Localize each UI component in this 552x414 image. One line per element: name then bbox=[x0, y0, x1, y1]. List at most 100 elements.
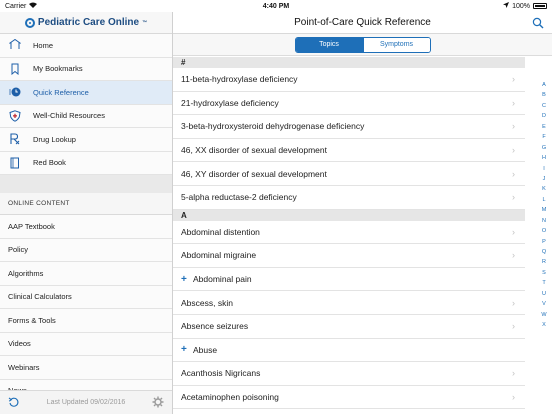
list-item-label: Acanthosis Nigricans bbox=[181, 368, 261, 379]
expand-plus-icon: + bbox=[181, 273, 187, 285]
list-item[interactable]: + Abdominal pain bbox=[173, 268, 525, 292]
sidebar-item-quick-reference[interactable]: Quick Reference bbox=[0, 81, 172, 105]
sidebar-item-bookmarks[interactable]: My Bookmarks bbox=[0, 57, 172, 81]
list-item[interactable]: 46, XY disorder of sexual development › bbox=[173, 162, 525, 186]
sidebar-item-videos[interactable]: Videos bbox=[0, 332, 172, 356]
sidebar-item-label: Well-Child Resources bbox=[33, 111, 105, 121]
index-letter[interactable]: U bbox=[542, 289, 546, 299]
search-icon[interactable] bbox=[532, 17, 544, 29]
list-item[interactable]: Abscess, skin › bbox=[173, 291, 525, 315]
segment-bar: Topics Symptoms bbox=[173, 34, 552, 56]
chevron-right-icon: › bbox=[512, 97, 515, 108]
list-item-label: Abuse bbox=[193, 344, 218, 355]
home-icon bbox=[8, 38, 22, 52]
index-letter[interactable]: Q bbox=[542, 247, 546, 257]
tab-symptoms[interactable]: Symptoms bbox=[362, 37, 430, 52]
bookmark-icon bbox=[8, 62, 22, 76]
list-item[interactable]: Abdominal migraine › bbox=[173, 244, 525, 268]
list-item-label: 5-alpha reductase-2 deficiency bbox=[181, 192, 297, 203]
carrier-label: Carrier bbox=[5, 2, 27, 10]
status-bar: Carrier 4:40 PM 100% bbox=[0, 0, 552, 12]
index-letter[interactable]: L bbox=[542, 195, 545, 205]
sidebar-item-home[interactable]: Home bbox=[0, 34, 172, 58]
location-icon bbox=[503, 2, 510, 10]
index-letter[interactable]: I bbox=[543, 164, 545, 174]
chevron-right-icon: › bbox=[512, 192, 515, 203]
brand-header: Pediatric Care Online ™ bbox=[0, 12, 172, 34]
index-letter[interactable]: X bbox=[542, 320, 546, 330]
list-item-label: Acetaminophen poisoning bbox=[181, 392, 279, 403]
list-item[interactable]: Absence seizures › bbox=[173, 315, 525, 339]
list-item-label: 11-beta-hydroxylase deficiency bbox=[181, 74, 298, 85]
battery-percent: 100% bbox=[512, 2, 530, 10]
sidebar-item-well-child[interactable]: Well-Child Resources bbox=[0, 104, 172, 128]
sidebar-item-policy[interactable]: Policy bbox=[0, 238, 172, 262]
index-letter[interactable]: H bbox=[542, 153, 546, 163]
list-item[interactable]: Acetaminophen poisoning › bbox=[173, 386, 525, 410]
sidebar-item-red-book[interactable]: Red Book bbox=[0, 151, 172, 175]
expand-plus-icon: + bbox=[181, 344, 187, 356]
index-letter[interactable]: T bbox=[542, 278, 545, 288]
sidebar-item-drug-lookup[interactable]: Drug Lookup bbox=[0, 128, 172, 152]
gear-icon[interactable] bbox=[152, 396, 164, 410]
sidebar-item-forms-tools[interactable]: Forms & Tools bbox=[0, 309, 172, 333]
list-item-label: 21-hydroxylase deficiency bbox=[181, 97, 279, 108]
index-letter[interactable]: P bbox=[542, 237, 546, 247]
chevron-right-icon: › bbox=[512, 297, 515, 308]
index-letter[interactable]: G bbox=[542, 143, 546, 153]
index-letter[interactable]: F bbox=[542, 132, 545, 142]
main-panel: Point-of-Care Quick Reference Topics Sym… bbox=[173, 12, 552, 414]
index-letter[interactable]: N bbox=[542, 216, 546, 226]
list-item[interactable]: 3-beta-hydroxysteroid dehydrogenase defi… bbox=[173, 115, 525, 139]
tab-topics[interactable]: Topics bbox=[295, 37, 363, 52]
alphabet-index[interactable]: ABCDEFGHIJKLMNOPQRSTUVWX bbox=[536, 80, 552, 331]
index-letter[interactable]: M bbox=[542, 205, 547, 215]
list-item[interactable]: 5-alpha reductase-2 deficiency › bbox=[173, 186, 525, 210]
index-letter[interactable]: W bbox=[541, 310, 546, 320]
sidebar-item-clinical-calculators[interactable]: Clinical Calculators bbox=[0, 285, 172, 309]
sidebar-footer: Last Updated 09/02/2016 bbox=[0, 390, 172, 414]
index-letter[interactable]: S bbox=[542, 268, 546, 278]
index-letter[interactable]: B bbox=[542, 90, 546, 100]
index-letter[interactable]: J bbox=[543, 174, 546, 184]
sidebar-item-aap-textbook[interactable]: AAP Textbook bbox=[0, 215, 172, 239]
index-letter[interactable]: O bbox=[542, 226, 546, 236]
list-item[interactable]: Abdominal distention › bbox=[173, 221, 525, 245]
battery-icon bbox=[533, 3, 547, 9]
list-item[interactable]: 11-beta-hydroxylase deficiency › bbox=[173, 68, 525, 92]
sidebar-item-label: Red Book bbox=[33, 158, 66, 168]
list-item-label: 46, XX disorder of sexual development bbox=[181, 145, 328, 156]
main-header: Point-of-Care Quick Reference bbox=[173, 12, 552, 34]
topic-list: #11-beta-hydroxylase deficiency › 21-hydro… bbox=[173, 57, 525, 410]
list-item[interactable]: 21-hydroxylase deficiency › bbox=[173, 92, 525, 116]
chevron-right-icon: › bbox=[512, 392, 515, 403]
chevron-right-icon: › bbox=[512, 368, 515, 379]
index-letter[interactable]: C bbox=[542, 101, 546, 111]
brand-title: Pediatric Care Online bbox=[37, 17, 140, 28]
index-letter[interactable]: V bbox=[542, 299, 546, 309]
book-icon bbox=[8, 156, 22, 170]
brand-logo-icon bbox=[24, 17, 35, 28]
sidebar-item-algorithms[interactable]: Algorithms bbox=[0, 262, 172, 286]
chevron-right-icon: › bbox=[512, 74, 515, 85]
list-item-label: Abdominal distention bbox=[181, 226, 260, 237]
list-item[interactable]: Acanthosis Nigricans › bbox=[173, 362, 525, 386]
sidebar-item-webinars[interactable]: Webinars bbox=[0, 356, 172, 380]
list-item-label: Abscess, skin bbox=[181, 297, 233, 308]
section-header: # bbox=[173, 57, 525, 68]
list-item[interactable]: 46, XX disorder of sexual development › bbox=[173, 139, 525, 163]
index-letter[interactable]: D bbox=[542, 111, 546, 121]
chevron-right-icon: › bbox=[512, 250, 515, 261]
index-letter[interactable]: E bbox=[542, 122, 546, 132]
section-divider bbox=[0, 175, 172, 193]
index-letter[interactable]: R bbox=[542, 257, 546, 267]
chevron-right-icon: › bbox=[512, 168, 515, 179]
index-letter[interactable]: K bbox=[542, 184, 546, 194]
index-letter[interactable]: A bbox=[542, 80, 546, 90]
list-item-label: 3-beta-hydroxysteroid dehydrogenase defi… bbox=[181, 121, 365, 132]
refresh-icon[interactable] bbox=[8, 396, 20, 410]
list-item-label: Abdominal migraine bbox=[181, 250, 257, 261]
sidebar-item-label: My Bookmarks bbox=[33, 64, 83, 74]
list-item-label: Absence seizures bbox=[181, 321, 249, 332]
list-item[interactable]: + Abuse bbox=[173, 339, 525, 363]
